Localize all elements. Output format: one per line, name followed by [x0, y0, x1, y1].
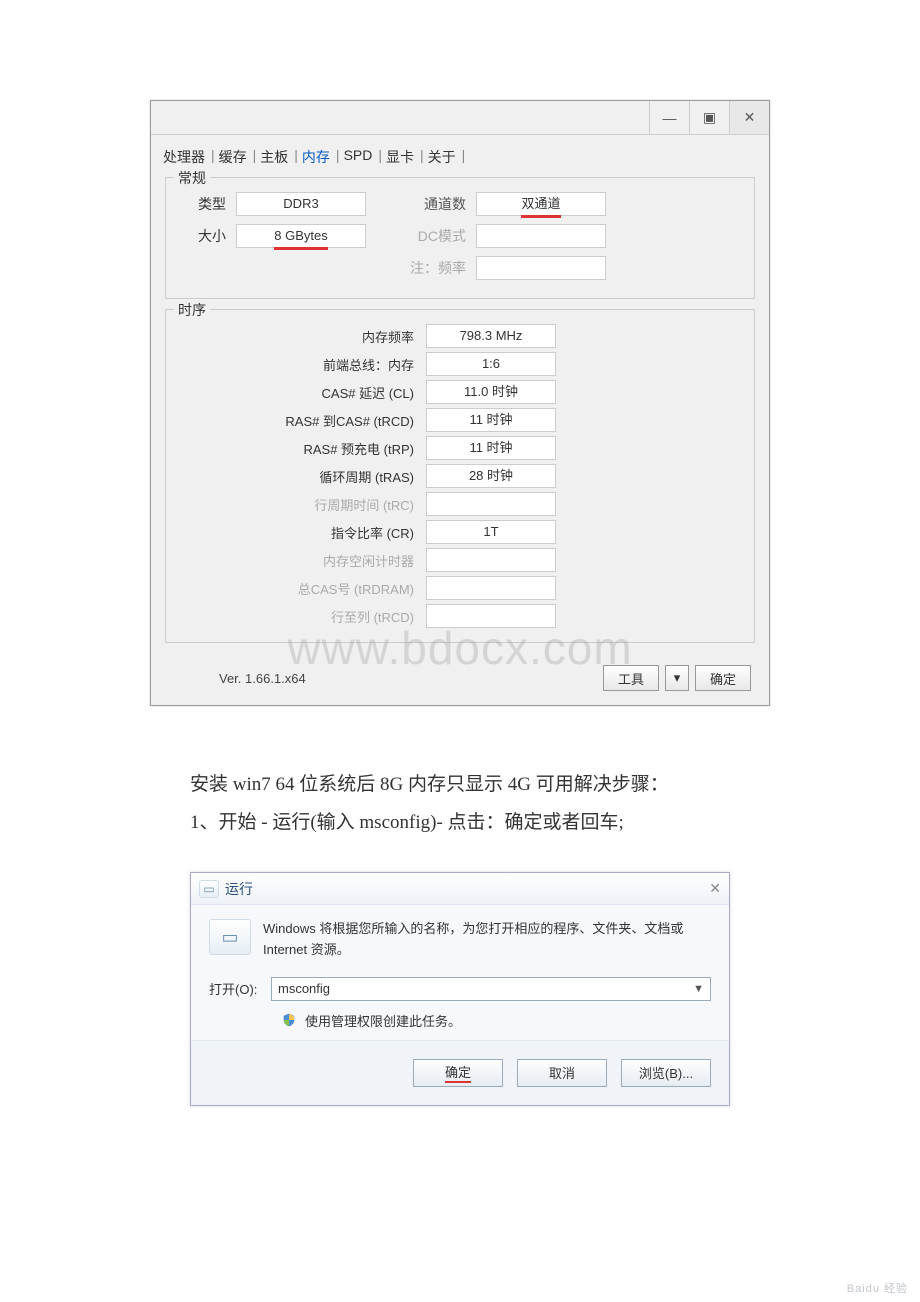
timing-row: RAS# 预充电 (tRP)11 时钟 — [176, 436, 744, 460]
run-shield-text: 使用管理权限创建此任务。 — [305, 1011, 461, 1030]
version-text: Ver. 1.66.1.x64 — [169, 671, 597, 686]
tab-caches[interactable]: 缓存 — [217, 143, 249, 171]
channels-value: 双通道 — [476, 192, 606, 216]
general-group: 常规 类型 DDR3 通道数 双通道 大小 8 GBytes DC模式 注：频率 — [165, 177, 755, 299]
tab-memory[interactable]: 内存 — [300, 143, 332, 171]
timing-label: 内存频率 — [176, 327, 426, 346]
ok-button[interactable]: 确定 — [695, 665, 751, 691]
timing-row: 总CAS号 (tRDRAM) — [176, 576, 744, 600]
size-label: 大小 — [176, 226, 236, 246]
run-app-icon: ▭ — [209, 919, 251, 955]
run-cancel-button[interactable]: 取消 — [517, 1059, 607, 1087]
tab-cpu[interactable]: 处理器 — [161, 143, 207, 171]
article-text: 安装 win7 64 位系统后 8G 内存只显示 4G 可用解决步骤： 1、开始… — [190, 766, 770, 842]
timing-row: 指令比率 (CR)1T — [176, 520, 744, 544]
timing-value — [426, 548, 556, 572]
run-open-label: 打开(O): — [209, 979, 271, 998]
chevron-down-icon[interactable]: ▼ — [693, 978, 704, 1000]
general-legend: 常规 — [174, 168, 210, 188]
timing-value — [426, 492, 556, 516]
timing-value: 1T — [426, 520, 556, 544]
type-value: DDR3 — [236, 192, 366, 216]
timing-value: 798.3 MHz — [426, 324, 556, 348]
timing-label: 总CAS号 (tRDRAM) — [176, 579, 426, 598]
run-open-input[interactable]: msconfig ▼ — [271, 977, 711, 1001]
tools-button[interactable]: 工具 — [603, 665, 659, 691]
article-line-2: 1、开始 - 运行(输入 msconfig)- 点击：确定或者回车; — [190, 804, 770, 842]
timing-label: RAS# 预充电 (tRP) — [176, 439, 426, 458]
timing-label: CAS# 延迟 (CL) — [176, 383, 426, 402]
timing-value — [426, 576, 556, 600]
tab-spd[interactable]: SPD — [342, 143, 375, 171]
run-dialog: ▭ 运行 ✕ ▭ Windows 将根据您所输入的名称，为您打开相应的程序、文件… — [190, 872, 730, 1106]
timing-row: 前端总线：内存1:6 — [176, 352, 744, 376]
type-label: 类型 — [176, 194, 236, 214]
note-label: 注：频率 — [366, 258, 476, 278]
tab-graphics[interactable]: 显卡 — [384, 143, 416, 171]
timing-row: CAS# 延迟 (CL)11.0 时钟 — [176, 380, 744, 404]
timing-label: 行周期时间 (tRC) — [176, 495, 426, 514]
dcmode-label: DC模式 — [366, 226, 476, 246]
run-description: Windows 将根据您所输入的名称，为您打开相应的程序、文件夹、文档或 Int… — [263, 919, 711, 961]
minimize-button[interactable]: — — [649, 101, 689, 134]
timing-row: 循环周期 (tRAS)28 时钟 — [176, 464, 744, 488]
timing-row: 行至列 (tRCD) — [176, 604, 744, 628]
timing-value: 1:6 — [426, 352, 556, 376]
cpuz-window: — ▣ ✕ 处理器| 缓存| 主板| 内存| SPD| 显卡| 关于| 常规 类… — [150, 100, 770, 706]
corner-watermark: Baidu 经验 — [847, 1280, 908, 1296]
timing-label: 前端总线：内存 — [176, 355, 426, 374]
close-button[interactable]: ✕ — [729, 101, 769, 134]
timing-value: 11 时钟 — [426, 436, 556, 460]
timing-label: 循环周期 (tRAS) — [176, 467, 426, 486]
note-value — [476, 256, 606, 280]
timing-value: 28 时钟 — [426, 464, 556, 488]
timing-value — [426, 604, 556, 628]
timing-label: 指令比率 (CR) — [176, 523, 426, 542]
tab-mainboard[interactable]: 主板 — [258, 143, 290, 171]
timing-row: 内存空闲计时器 — [176, 548, 744, 572]
timing-label: 内存空闲计时器 — [176, 551, 426, 570]
timing-row: RAS# 到CAS# (tRCD)11 时钟 — [176, 408, 744, 432]
timings-group: 时序 内存频率798.3 MHz前端总线：内存1:6CAS# 延迟 (CL)11… — [165, 309, 755, 643]
run-ok-button[interactable]: 确定 — [413, 1059, 503, 1087]
run-open-value: msconfig — [278, 978, 330, 1000]
run-browse-button[interactable]: 浏览(B)... — [621, 1059, 711, 1087]
dcmode-value — [476, 224, 606, 248]
timing-label: RAS# 到CAS# (tRCD) — [176, 411, 426, 430]
run-shield-row: 使用管理权限创建此任务。 — [191, 1007, 729, 1040]
bottom-bar: Ver. 1.66.1.x64 工具 ▾ 确定 — [151, 653, 769, 705]
timings-legend: 时序 — [174, 300, 210, 320]
run-button-bar: 确定 取消 浏览(B)... Baidu 经验 — [191, 1040, 729, 1105]
channels-label: 通道数 — [366, 194, 476, 214]
timing-value: 11.0 时钟 — [426, 380, 556, 404]
run-close-button[interactable]: ✕ — [709, 880, 721, 897]
timing-label: 行至列 (tRCD) — [176, 607, 426, 626]
size-value: 8 GBytes — [236, 224, 366, 248]
shield-icon — [281, 1012, 297, 1028]
run-titlebar: ▭ 运行 ✕ — [191, 873, 729, 905]
timing-row: 行周期时间 (tRC) — [176, 492, 744, 516]
tab-about[interactable]: 关于 — [426, 143, 458, 171]
run-icon-small: ▭ — [199, 880, 219, 898]
titlebar: — ▣ ✕ — [151, 101, 769, 135]
tools-dropdown-button[interactable]: ▾ — [665, 665, 689, 691]
timing-row: 内存频率798.3 MHz — [176, 324, 744, 348]
run-title-text: 运行 — [225, 879, 253, 899]
timing-value: 11 时钟 — [426, 408, 556, 432]
tabs: 处理器| 缓存| 主板| 内存| SPD| 显卡| 关于| — [151, 135, 769, 171]
article-line-1: 安装 win7 64 位系统后 8G 内存只显示 4G 可用解决步骤： — [190, 766, 770, 804]
maximize-button[interactable]: ▣ — [689, 101, 729, 134]
